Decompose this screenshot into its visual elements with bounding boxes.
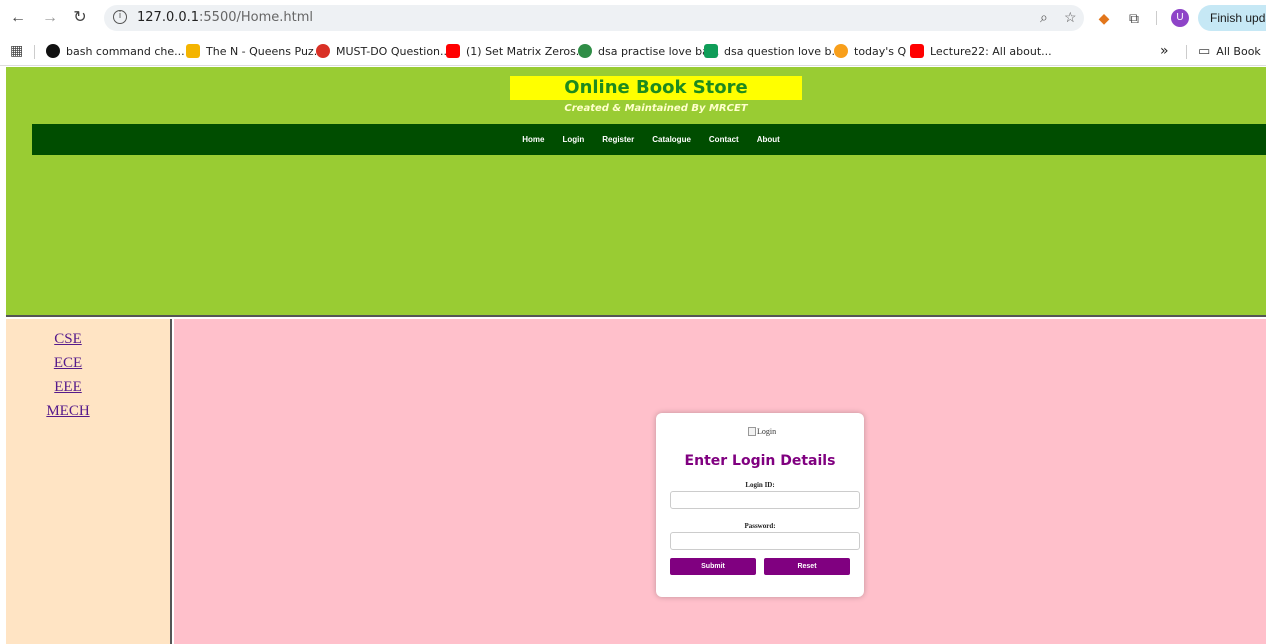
tuf-icon [316,44,330,58]
bookmark-item[interactable]: Lecture22: All about... [910,43,1052,59]
sidebar-link-eee[interactable]: EEE [6,379,130,396]
department-sidebar: CSE ECE EEE MECH [6,319,172,644]
site-header: Online Book Store Created & Maintained B… [6,67,1266,317]
bookmark-item[interactable]: (1) Set Matrix Zeros... [446,43,586,59]
sheets-icon [704,44,718,58]
nav-about[interactable]: About [748,124,789,155]
bookmarks-overflow-button[interactable]: » [1160,43,1169,59]
coding-site-icon [186,44,200,58]
bookmark-star-icon[interactable]: ☆ [1064,9,1077,26]
bookmark-item[interactable]: today's Q [834,43,906,59]
bookmark-label: dsa practise love ba... [598,44,720,58]
all-bookmarks-button[interactable]: ▭ All Book [1198,43,1261,59]
nav-register[interactable]: Register [593,124,643,155]
browser-toolbar: ← → ↻ i 127.0.0.1:5500/Home.html ⌕ ☆ ◆ ⧉… [0,0,1266,36]
github-icon [46,44,60,58]
web-page: Online Book Store Created & Maintained B… [6,67,1266,644]
sidebar-link-cse[interactable]: CSE [6,331,130,348]
login-image: Login [748,427,776,436]
all-bookmarks-label: All Book [1216,44,1261,58]
main-content: Login Enter Login Details Login ID: Pass… [174,319,1266,644]
gfg-icon [578,44,592,58]
url-host: 127.0.0.1 [137,10,200,25]
bookmark-item[interactable]: dsa question love b... [704,43,842,59]
bookmarks-divider [34,45,35,59]
password-label: Password: [744,522,776,530]
main-nav: Home Login Register Catalogue Contact Ab… [32,124,1266,155]
url-path: :5500/Home.html [199,10,314,25]
broken-image-icon [748,427,756,436]
url-text[interactable]: 127.0.0.1:5500/Home.html [137,10,313,25]
youtube-icon [446,44,460,58]
leetcode-icon [834,44,848,58]
toolbar-divider [1156,11,1157,25]
sidebar-link-ece[interactable]: ECE [6,355,130,372]
zoom-icon[interactable]: ⌕ [1040,9,1048,26]
bookmark-label: bash command che... [66,44,185,58]
extensions-puzzle-icon[interactable]: ⧉ [1124,8,1144,28]
bookmark-label: MUST-DO Question... [336,44,451,58]
bookmark-label: dsa question love b... [724,44,843,58]
apps-grid-icon[interactable]: ▦ [10,43,23,59]
bookmarks-divider [1186,45,1187,59]
sidebar-link-mech[interactable]: MECH [6,403,130,420]
bookmark-label: Lecture22: All about... [930,44,1052,58]
nav-home[interactable]: Home [513,124,553,155]
login-form: Login Enter Login Details Login ID: Pass… [656,413,864,597]
folder-icon: ▭ [1198,43,1211,59]
address-bar[interactable]: i 127.0.0.1:5500/Home.html ⌕ ☆ [104,5,1084,31]
reload-icon[interactable]: ↻ [70,8,90,28]
bookmark-item[interactable]: dsa practise love ba... [578,43,719,59]
youtube-icon [910,44,924,58]
submit-button[interactable]: Submit [670,558,756,575]
login-image-alt: Login [757,427,777,436]
site-title-box: Online Book Store [510,76,802,100]
bookmarks-bar: ▦ bash command che... The N - Queens Puz… [0,36,1266,66]
bookmark-item[interactable]: bash command che... [46,43,185,59]
reset-button[interactable]: Reset [764,558,850,575]
site-info-icon[interactable]: i [113,10,127,24]
bookmark-label: (1) Set Matrix Zeros... [466,44,587,58]
bookmark-item[interactable]: MUST-DO Question... [316,43,451,59]
forward-arrow-icon[interactable]: → [40,8,60,28]
login-heading: Enter Login Details [684,453,836,469]
bookmark-label: today's Q [854,44,907,58]
nav-contact[interactable]: Contact [700,124,748,155]
profile-avatar[interactable]: U [1171,9,1189,27]
nav-catalogue[interactable]: Catalogue [643,124,700,155]
site-title: Online Book Store [564,77,748,98]
back-arrow-icon[interactable]: ← [8,8,28,28]
login-id-label: Login ID: [745,481,775,489]
site-subtitle: Created & Maintained By MRCET [564,103,748,114]
login-id-input[interactable] [670,491,860,509]
bookmark-item[interactable]: The N - Queens Puz... [186,43,324,59]
bookmark-label: The N - Queens Puz... [206,44,325,58]
password-input[interactable] [670,532,860,550]
nav-login[interactable]: Login [553,124,593,155]
finish-update-button[interactable]: Finish upda [1198,5,1266,31]
metamask-extension-icon[interactable]: ◆ [1094,8,1114,28]
